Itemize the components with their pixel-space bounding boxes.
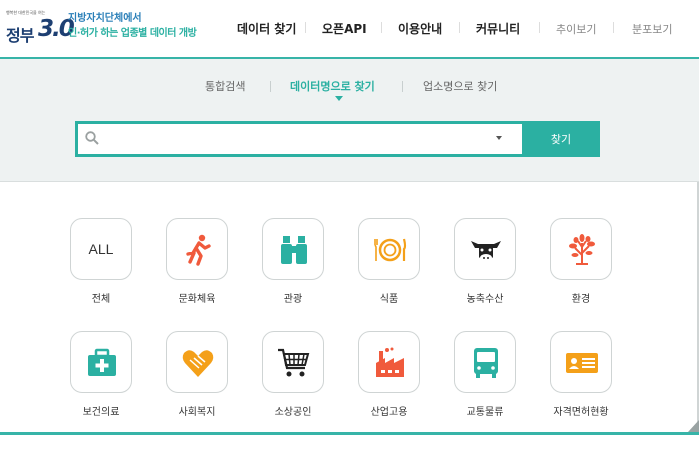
all-text: ALL bbox=[88, 241, 114, 257]
category-label: 교통물류 bbox=[466, 407, 504, 418]
logo-tagline-1: 지방자치단체에서 bbox=[68, 13, 142, 24]
tree-icon bbox=[569, 234, 595, 265]
category-label: 산업고용 bbox=[370, 407, 408, 418]
logo-small-text: 행복한 대한민국을 여는 bbox=[6, 10, 46, 15]
nav-divider bbox=[459, 22, 460, 33]
site-logo[interactable]: 행복한 대한민국을 여는 정부 3.0 지방자치단체에서 인·허가 하는 업종별… bbox=[4, 8, 204, 50]
tab-search-by-data-name[interactable]: 데이터명으로 찾기 bbox=[290, 78, 375, 94]
category-label: 자격면허현황 bbox=[553, 407, 609, 418]
nav-distribution[interactable]: 분포보기 bbox=[632, 21, 672, 37]
heart-hands-icon bbox=[182, 350, 214, 377]
nav-divider bbox=[381, 22, 382, 33]
first-aid-kit-icon bbox=[88, 348, 116, 376]
running-person-icon bbox=[186, 234, 211, 266]
nav-divider bbox=[613, 22, 614, 33]
search-band: 통합검색 데이터명으로 찾기 업소명으로 찾기 찾기 bbox=[0, 57, 699, 182]
binoculars-icon bbox=[281, 236, 307, 264]
factory-icon bbox=[376, 347, 404, 377]
category-label: 식품 bbox=[379, 294, 399, 305]
shopping-cart-icon bbox=[278, 348, 310, 377]
tab-divider bbox=[402, 81, 403, 92]
search-icon bbox=[85, 131, 99, 145]
category-tile bbox=[358, 218, 420, 280]
category-label: 전체 bbox=[91, 294, 111, 305]
category-tile bbox=[166, 218, 228, 280]
nav-trend[interactable]: 추이보기 bbox=[556, 21, 596, 37]
category-label: 소상공인 bbox=[274, 407, 312, 418]
search-input[interactable] bbox=[106, 127, 486, 151]
logo-word: 정부 bbox=[6, 26, 34, 45]
section-divider bbox=[0, 432, 699, 435]
search-button[interactable]: 찾기 bbox=[522, 121, 600, 157]
resize-handle-icon[interactable] bbox=[688, 420, 699, 432]
id-card-icon bbox=[566, 353, 598, 373]
nav-guide[interactable]: 이용안내 bbox=[398, 20, 442, 36]
logo-tagline-2: 인·허가 하는 업종별 데이터 개방 bbox=[68, 28, 197, 39]
category-tile bbox=[454, 218, 516, 280]
category-tile bbox=[70, 331, 132, 393]
category-tile: ALL bbox=[70, 218, 132, 280]
header: 행복한 대한민국을 여는 정부 3.0 지방자치단체에서 인·허가 하는 업종별… bbox=[0, 0, 699, 57]
search-box: 찾기 bbox=[75, 121, 600, 157]
category-label: 관광 bbox=[283, 294, 303, 305]
category-label: 농축수산 bbox=[466, 294, 504, 305]
category-tile bbox=[262, 331, 324, 393]
category-tile bbox=[550, 218, 612, 280]
category-label: 환경 bbox=[571, 294, 591, 305]
nav-divider bbox=[305, 22, 306, 33]
category-tile bbox=[358, 331, 420, 393]
category-tile bbox=[166, 331, 228, 393]
active-tab-indicator bbox=[335, 96, 343, 101]
tab-integrated-search[interactable]: 통합검색 bbox=[205, 78, 245, 94]
nav-divider bbox=[539, 22, 540, 33]
bus-icon bbox=[474, 348, 498, 378]
cow-head-icon bbox=[471, 241, 501, 262]
category-label: 보건의료 bbox=[82, 407, 120, 418]
nav-community[interactable]: 커뮤니티 bbox=[476, 20, 520, 36]
chevron-down-icon[interactable] bbox=[496, 136, 502, 140]
category-tile bbox=[454, 331, 516, 393]
category-tile bbox=[262, 218, 324, 280]
category-label: 문화체육 bbox=[178, 294, 216, 305]
nav-find-data[interactable]: 데이터 찾기 bbox=[237, 20, 296, 36]
plate-fork-knife-icon bbox=[374, 238, 407, 262]
tab-divider bbox=[270, 81, 271, 92]
nav-open-api[interactable]: 오픈API bbox=[322, 20, 367, 36]
category-tile bbox=[550, 331, 612, 393]
tab-search-by-business-name[interactable]: 업소명으로 찾기 bbox=[423, 78, 497, 94]
category-label: 사회복지 bbox=[178, 407, 216, 418]
